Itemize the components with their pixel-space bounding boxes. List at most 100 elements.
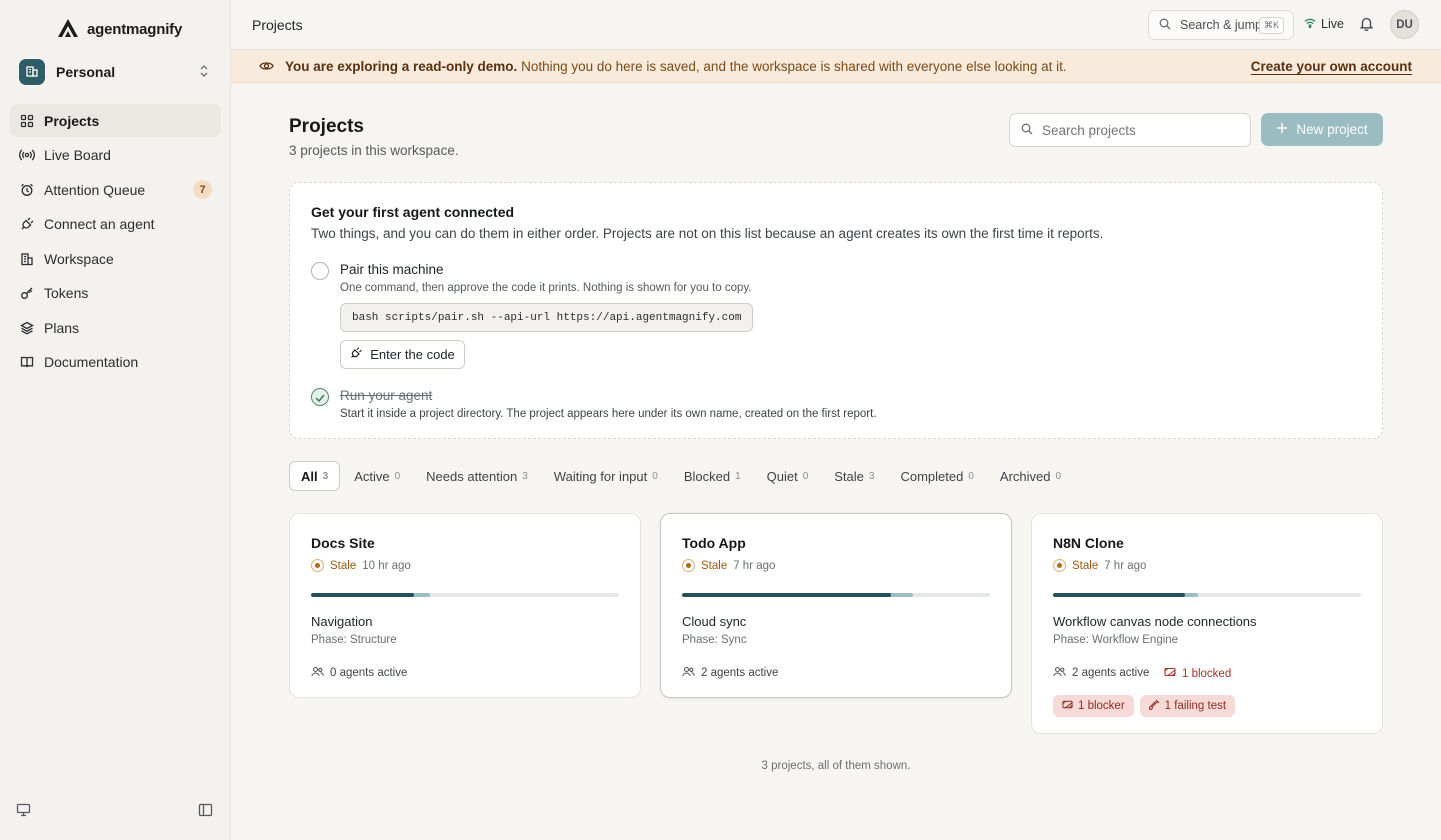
status-label: Stale (1072, 559, 1099, 572)
step-run-title: Run your agent (340, 388, 433, 403)
wifi-icon (1304, 17, 1316, 31)
blocked-label: 1 blocked (1182, 667, 1232, 680)
users-icon (682, 666, 695, 680)
tab-count: 3 (868, 470, 875, 482)
projects-footer-note: 3 projects, all of them shown. (761, 760, 911, 772)
alarm-icon (19, 182, 35, 198)
project-progress-bar (311, 593, 619, 597)
plug-icon (350, 347, 362, 362)
user-avatar[interactable]: DU (1390, 10, 1419, 39)
pair-command-code[interactable]: bash scripts/pair.sh --api-url https://a… (340, 303, 753, 332)
current-task: Navigation (311, 614, 373, 629)
grid-icon (19, 113, 35, 129)
tab-label: Completed (900, 468, 964, 484)
tab-quiet[interactable]: Quiet 0 (755, 461, 821, 491)
enter-code-button[interactable]: Enter the code (340, 340, 465, 369)
banner-strong: You are exploring a read-only demo. (285, 59, 518, 74)
search-icon (1021, 123, 1033, 138)
demo-banner: You are exploring a read-only demo. Noth… (231, 50, 1441, 83)
project-status: Stale 10 hr ago (311, 559, 411, 572)
sidebar-item-connect-agent[interactable]: Connect an agent (10, 208, 221, 241)
tab-active[interactable]: Active 0 (342, 461, 412, 491)
search-icon (1159, 18, 1171, 33)
step-run-checkbox[interactable] (311, 388, 329, 406)
workspace-avatar (19, 59, 45, 85)
new-project-button[interactable]: New project (1261, 113, 1383, 146)
plus-icon (1276, 122, 1288, 137)
current-task: Workflow canvas node connections (1053, 614, 1257, 629)
sidebar-toggle-icon[interactable] (198, 803, 213, 820)
agents-active: 2 agents active (682, 666, 778, 680)
project-card-n8n-clone[interactable]: N8N Clone Stale 7 hr ago Workflow canvas… (1031, 513, 1383, 734)
search-projects-field[interactable] (1009, 113, 1251, 147)
workspace-switcher[interactable]: Personal (19, 57, 212, 87)
sidebar-item-plans[interactable]: Plans (10, 311, 221, 344)
sidebar-item-live-board[interactable]: Live Board (10, 139, 221, 172)
tab-count: 3 (522, 470, 528, 482)
new-project-label: New project (1296, 122, 1368, 137)
last-report-time: 10 hr ago (362, 559, 411, 572)
project-status: Stale 7 hr ago (1053, 559, 1146, 572)
tab-waiting-for-input[interactable]: Waiting for input 0 (542, 461, 670, 491)
monitor-icon[interactable] (16, 803, 31, 820)
current-phase: Phase: Workflow Engine (1053, 634, 1179, 646)
tab-label: Blocked (683, 468, 731, 484)
project-progress-bar (1053, 593, 1361, 597)
tab-label: Archived (999, 468, 1051, 484)
chevron-up-down-icon (198, 63, 210, 82)
sidebar-item-attention-queue[interactable]: Attention Queue 7 (10, 173, 221, 206)
sidebar-item-workspace[interactable]: Workspace (10, 242, 221, 275)
step-pair-title: Pair this machine (340, 262, 444, 277)
failing-test-chip[interactable]: 1 failing test (1139, 695, 1236, 717)
sidebar-item-tokens[interactable]: Tokens (10, 277, 221, 310)
agents-active-label: 2 agents active (1072, 667, 1150, 679)
sidebar-item-label: Workspace (44, 250, 114, 267)
brand-name: agentmagnify (87, 21, 183, 38)
project-name: N8N Clone (1053, 535, 1124, 551)
tab-needs-attention[interactable]: Needs attention 3 (414, 461, 540, 491)
status-label: Stale (701, 559, 728, 572)
tab-label: All (301, 468, 318, 484)
current-phase: Phase: Sync (682, 634, 747, 646)
tab-label: Needs attention (426, 468, 518, 484)
project-card-todo-app[interactable]: Todo App Stale 7 hr ago Cloud sync Phase… (660, 513, 1012, 698)
agents-active-label: 0 agents active (330, 667, 408, 679)
stale-status-icon (682, 559, 695, 572)
tab-archived[interactable]: Archived 0 (988, 461, 1073, 491)
brand[interactable]: agentmagnify (57, 18, 182, 41)
tab-count: 0 (394, 470, 401, 482)
progress-done (682, 593, 892, 597)
step-pair-checkbox[interactable] (311, 262, 329, 280)
tab-label: Active (354, 468, 390, 484)
sidebar-item-label: Connect an agent (44, 216, 155, 232)
tab-blocked[interactable]: Blocked 1 (672, 461, 753, 491)
agents-active: 0 agents active (311, 666, 407, 680)
chip-label: 1 failing test (1164, 700, 1227, 712)
blocker-icon (1164, 666, 1176, 681)
sidebar-item-label: Documentation (44, 354, 139, 370)
users-icon (311, 666, 324, 680)
create-account-link[interactable]: Create your own account (1251, 59, 1412, 74)
tab-completed[interactable]: Completed 0 (888, 461, 985, 491)
tab-label: Quiet (766, 468, 798, 484)
current-phase: Phase: Structure (311, 634, 397, 646)
sidebar-item-label: Plans (44, 319, 80, 336)
tab-all[interactable]: All 3 (289, 461, 341, 491)
search-jump-button[interactable]: Search & jump ⌘K (1148, 10, 1294, 40)
sidebar-nav: Projects Live Board Attention Queue 7 Co… (10, 104, 221, 380)
status-label: Stale (330, 559, 357, 572)
sidebar-item-documentation[interactable]: Documentation (10, 346, 221, 379)
bell-icon[interactable] (1359, 16, 1374, 34)
progress-done (311, 593, 415, 597)
test-tube-icon (1148, 699, 1160, 713)
sidebar-item-projects[interactable]: Projects (10, 104, 221, 137)
tab-stale[interactable]: Stale 3 (822, 461, 886, 491)
blocker-chip[interactable]: 1 blocker (1053, 695, 1134, 717)
layers-icon (19, 320, 35, 336)
onboarding-subtitle: Two things, and you can do them in eithe… (311, 226, 1104, 241)
workspace-name: Personal (56, 64, 116, 80)
current-task: Cloud sync (682, 614, 747, 629)
live-indicator[interactable]: Live (1304, 17, 1344, 31)
project-card-docs-site[interactable]: Docs Site Stale 10 hr ago Navigation Pha… (289, 513, 641, 698)
search-projects-input[interactable] (1042, 122, 1232, 138)
